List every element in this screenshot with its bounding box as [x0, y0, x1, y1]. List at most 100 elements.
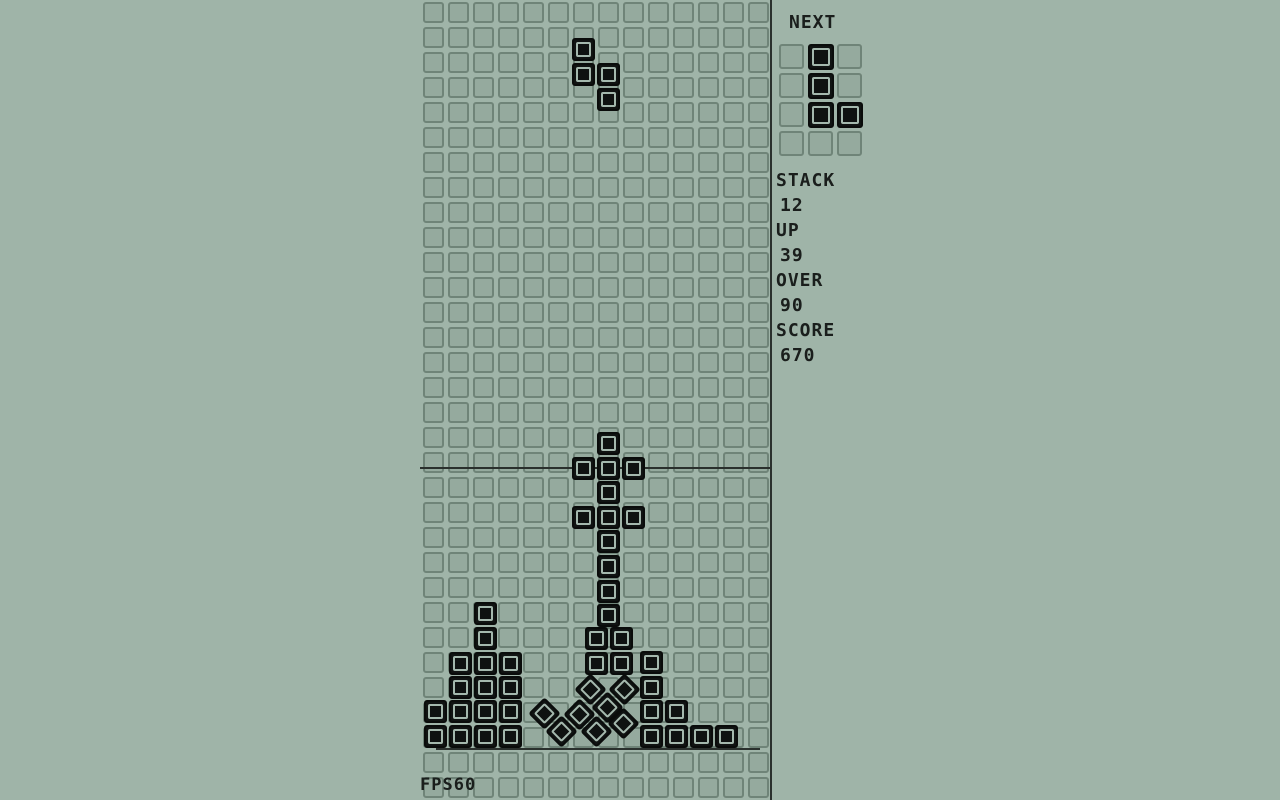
over-label: OVER	[776, 270, 824, 291]
grid-cell	[748, 402, 769, 423]
grid-cell	[573, 752, 594, 773]
grid-cell	[723, 327, 744, 348]
grid-cell	[623, 352, 644, 373]
grid-cell	[498, 77, 519, 98]
grid-cell	[648, 552, 669, 573]
stack-block	[474, 602, 497, 625]
grid-cell	[673, 627, 694, 648]
grid-cell	[748, 752, 769, 773]
grid-cell	[573, 252, 594, 273]
grid-cell	[598, 402, 619, 423]
grid-cell	[623, 302, 644, 323]
grid-cell	[573, 777, 594, 798]
side-panel: NEXT STACK 12 UP 39 OVER 90 SCORE 670	[772, 0, 868, 800]
stack-block	[474, 652, 497, 675]
grid-cell	[473, 277, 494, 298]
grid-cell	[423, 552, 444, 573]
grid-cell	[548, 102, 569, 123]
grid-cell	[523, 627, 544, 648]
grid-cell	[698, 227, 719, 248]
grid-cell	[523, 727, 544, 748]
stack-label: STACK	[776, 170, 836, 191]
grid-cell	[723, 602, 744, 623]
grid-cell	[548, 677, 569, 698]
grid-cell	[548, 477, 569, 498]
stack-block	[499, 652, 522, 675]
grid-cell	[498, 602, 519, 623]
preview-cell	[837, 73, 862, 98]
grid-cell	[498, 252, 519, 273]
grid-cell	[748, 77, 769, 98]
grid-cell	[598, 2, 619, 23]
grid-cell	[673, 752, 694, 773]
over-value: 90	[780, 295, 804, 316]
grid-cell	[673, 552, 694, 573]
grid-cell	[723, 127, 744, 148]
grid-cell	[573, 527, 594, 548]
grid-cell	[473, 127, 494, 148]
stack-block	[585, 627, 608, 650]
grid-cell	[573, 577, 594, 598]
grid-cell	[623, 752, 644, 773]
grid-cell	[673, 27, 694, 48]
falling-piece-block	[572, 38, 595, 61]
grid-cell	[748, 452, 769, 473]
stack-block	[449, 676, 472, 699]
grid-cell	[648, 77, 669, 98]
stack-block	[597, 604, 620, 627]
grid-cell	[723, 302, 744, 323]
grid-cell	[573, 302, 594, 323]
grid-cell	[548, 327, 569, 348]
grid-cell	[598, 127, 619, 148]
preview-cell	[779, 131, 804, 156]
grid-cell	[698, 477, 719, 498]
grid-cell	[673, 102, 694, 123]
grid-cell	[623, 327, 644, 348]
grid-cell	[498, 502, 519, 523]
grid-cell	[598, 302, 619, 323]
grid-cell	[723, 2, 744, 23]
grid-cell	[598, 352, 619, 373]
grid-cell	[598, 227, 619, 248]
grid-cell	[723, 352, 744, 373]
grid-cell	[648, 602, 669, 623]
grid-cell	[623, 102, 644, 123]
grid-cell	[623, 577, 644, 598]
grid-cell	[673, 677, 694, 698]
grid-cell	[748, 427, 769, 448]
game-area[interactable]: FPS60 NEXT STACK 12 UP 39 OVER 90 SCORE …	[420, 0, 868, 800]
grid-cell	[548, 2, 569, 23]
grid-cell	[623, 777, 644, 798]
stack-block	[640, 725, 663, 748]
grid-cell	[748, 252, 769, 273]
grid-cell	[498, 2, 519, 23]
grid-cell	[698, 377, 719, 398]
grid-cell	[698, 502, 719, 523]
grid-cell	[423, 502, 444, 523]
grid-cell	[648, 202, 669, 223]
playfield[interactable]: FPS60	[420, 0, 770, 800]
grid-cell	[523, 177, 544, 198]
next-piece-preview	[776, 42, 866, 162]
grid-cell	[473, 552, 494, 573]
grid-cell	[698, 577, 719, 598]
grid-cell	[623, 277, 644, 298]
grid-cell	[723, 177, 744, 198]
grid-cell	[723, 702, 744, 723]
grid-cell	[548, 352, 569, 373]
stack-block	[665, 700, 688, 723]
grid-cell	[448, 27, 469, 48]
grid-cell	[623, 27, 644, 48]
grid-cell	[548, 277, 569, 298]
grid-cell	[623, 377, 644, 398]
grid-cell	[573, 327, 594, 348]
grid-cell	[748, 177, 769, 198]
grid-cell	[573, 602, 594, 623]
grid-cell	[723, 52, 744, 73]
grid-cell	[523, 527, 544, 548]
grid-cell	[498, 452, 519, 473]
up-label: UP	[776, 220, 800, 241]
stack-block	[499, 676, 522, 699]
grid-cell	[523, 127, 544, 148]
grid-cell	[698, 752, 719, 773]
